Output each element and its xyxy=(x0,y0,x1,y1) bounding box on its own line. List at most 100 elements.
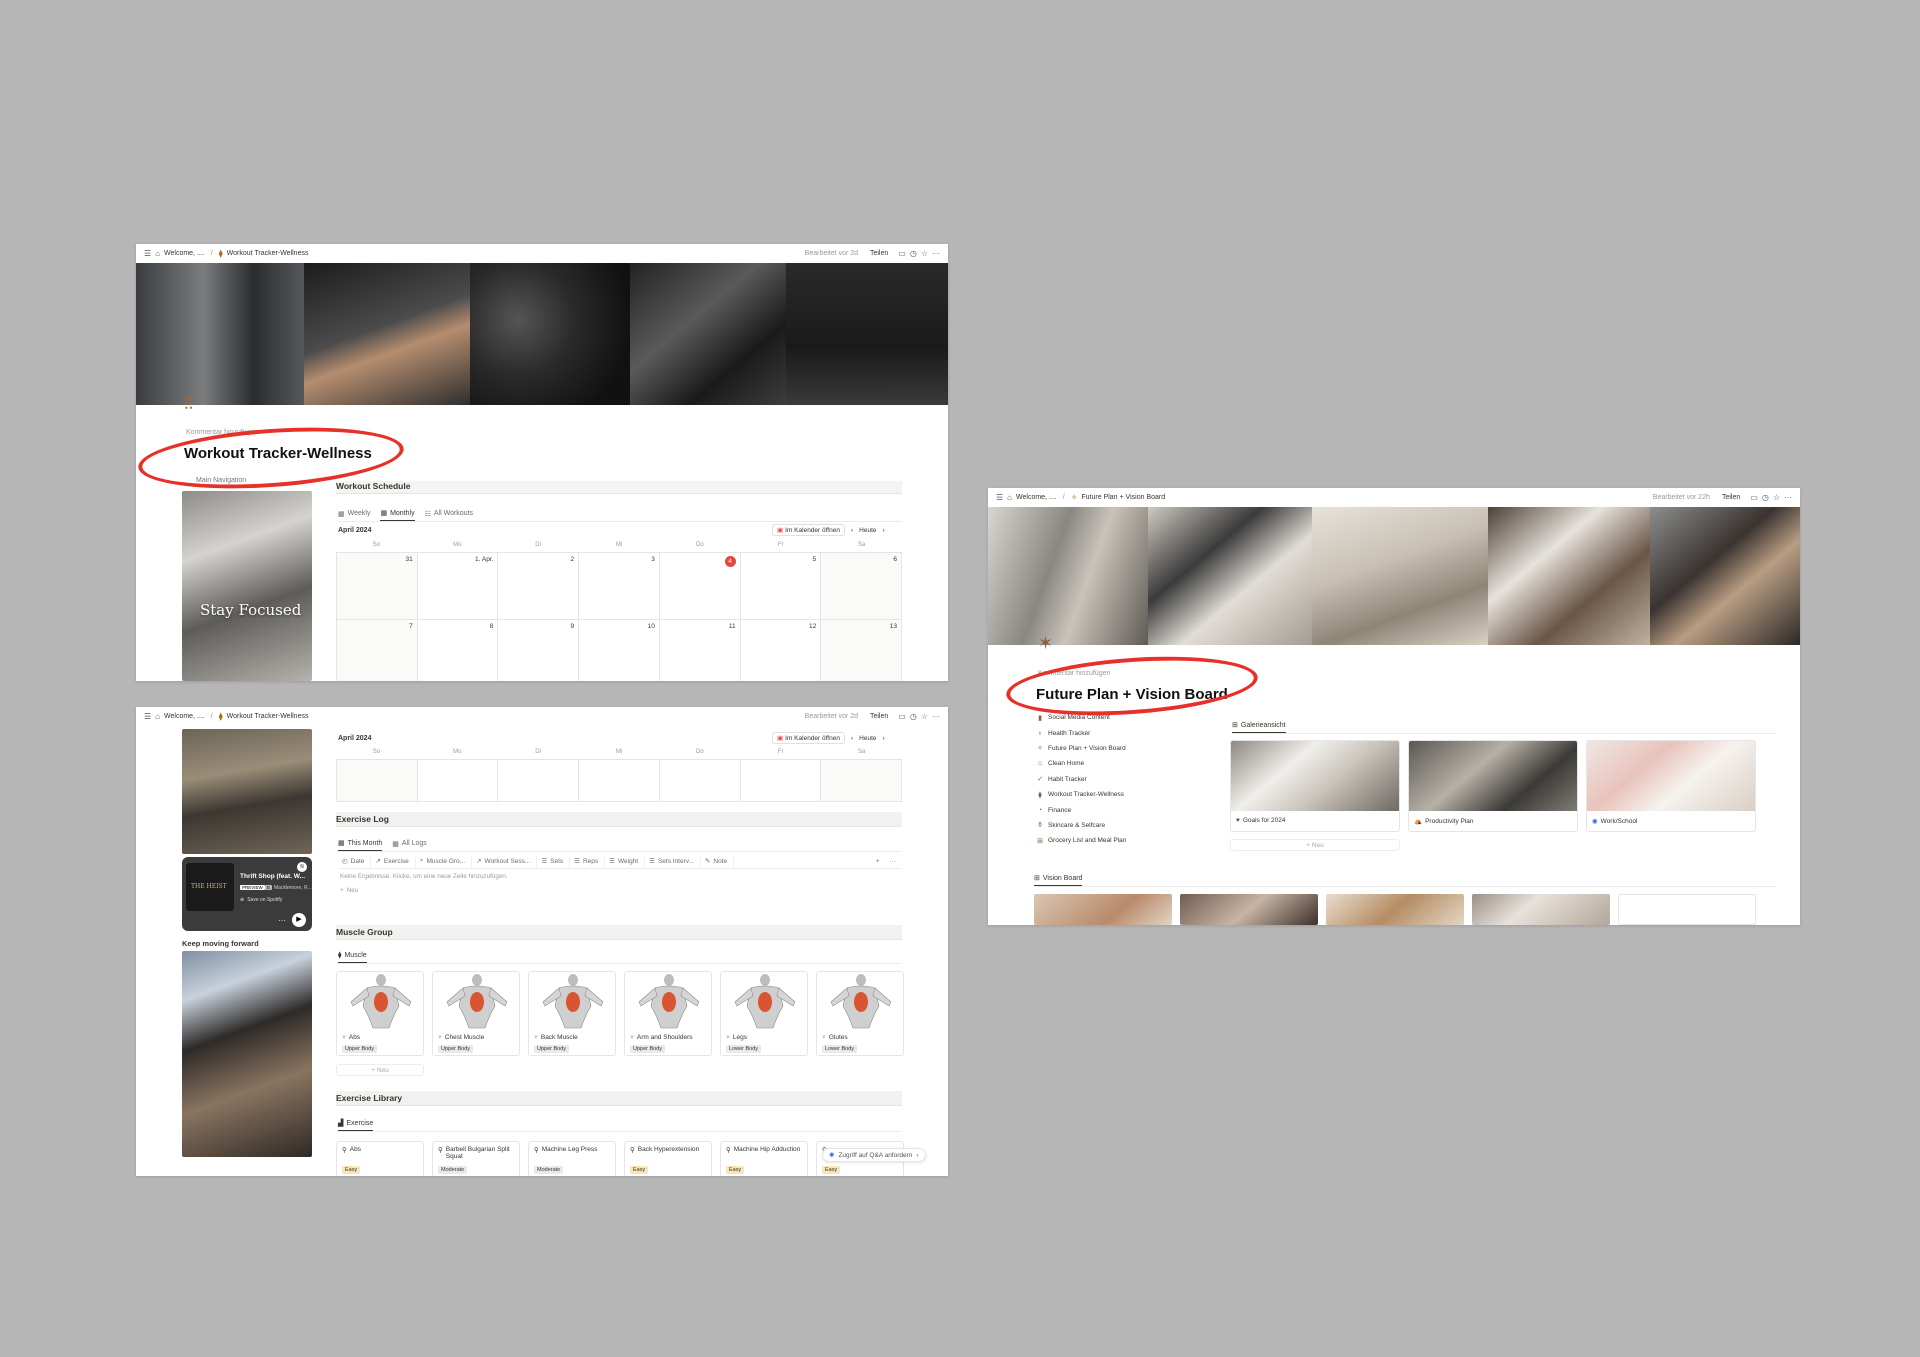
more-icon[interactable]: ··· xyxy=(886,855,903,868)
calendar-day[interactable] xyxy=(821,760,902,802)
vision-image[interactable] xyxy=(1326,894,1464,925)
prev-month-icon[interactable]: ‹ xyxy=(851,735,853,742)
tab-vision-board[interactable]: ⊞ Vision Board xyxy=(1034,872,1083,886)
calendar-day[interactable] xyxy=(417,760,499,802)
empty-table-text[interactable]: Keine Ergebnisse. Klicke, um eine neue Z… xyxy=(340,873,508,880)
exercise-card[interactable]: ⚲ Barbell Bulgarian Split Squat Moderate xyxy=(432,1141,520,1176)
column-date[interactable]: ◴ Date xyxy=(338,855,372,868)
spotify-save[interactable]: ⊕ Save on Spotify xyxy=(240,897,282,903)
muscle-card[interactable]: ♥ Abs Upper Body xyxy=(336,971,424,1056)
spotify-embed[interactable]: THE HEIST Thrift Shop (feat. W... PREVIE… xyxy=(182,857,312,931)
tab-this-month[interactable]: ▦ This Month xyxy=(338,837,383,851)
menu-icon[interactable]: ☰ xyxy=(144,712,151,721)
column-sets[interactable]: ☰ Sets xyxy=(537,855,571,868)
open-in-calendar-button[interactable]: ▣ Im Kalender öffnen xyxy=(772,524,845,536)
column-note[interactable]: ✎ Note xyxy=(701,855,735,868)
calendar-day[interactable]: 2 xyxy=(498,553,580,620)
calendar-day[interactable]: 3 xyxy=(579,553,660,620)
comment-icon[interactable]: ▭ xyxy=(898,249,906,258)
calendar-day[interactable]: 6 xyxy=(821,553,902,620)
column-muscle-group[interactable]: ⌕ Muscle Gro... xyxy=(416,855,473,868)
open-in-calendar-button[interactable]: ▣ Im Kalender öffnen xyxy=(772,732,845,744)
qa-access-button[interactable]: ✺ Zugriff auf Q&A anfordern › xyxy=(822,1148,926,1162)
calendar-day-today[interactable]: 4 xyxy=(659,553,741,620)
gallery-card-goals[interactable]: ♥ Goals for 2024 xyxy=(1230,740,1400,832)
clock-icon[interactable]: ◷ xyxy=(1762,493,1769,502)
gallery-card-work[interactable]: ◉ Work/School xyxy=(1586,740,1756,832)
muscle-card[interactable]: ♥ Arm and Shoulders Upper Body xyxy=(624,971,712,1056)
calendar-day[interactable]: 8 xyxy=(418,620,499,681)
exercise-card[interactable]: ⚲ Machine Hip Adduction Easy xyxy=(720,1141,808,1176)
calendar-day[interactable]: 5 xyxy=(740,553,822,620)
more-icon[interactable]: ··· xyxy=(1784,493,1792,502)
vision-image[interactable] xyxy=(1034,894,1172,925)
more-icon[interactable]: ··· xyxy=(932,712,940,721)
tab-all-workouts[interactable]: ☷ All Workouts xyxy=(425,507,473,521)
exercise-card[interactable]: ⚲ Abs Easy xyxy=(336,1141,424,1176)
new-card-button[interactable]: + Neu xyxy=(1230,839,1400,851)
next-month-icon[interactable]: › xyxy=(883,735,885,742)
breadcrumb-page[interactable]: Workout Tracker-Wellness xyxy=(227,713,309,720)
clock-icon[interactable]: ◷ xyxy=(910,249,917,258)
tab-gallery[interactable]: ⊞ Galerieansicht xyxy=(1232,719,1286,733)
clock-icon[interactable]: ◷ xyxy=(910,712,917,721)
nav-item-clean-home[interactable]: ⌂ Clean Home xyxy=(1036,756,1126,771)
track-title[interactable]: Thrift Shop (feat. W... xyxy=(240,873,305,880)
share-button[interactable]: Teilen xyxy=(870,250,888,257)
column-sets-interval[interactable]: ☰ Sets Interv... xyxy=(645,855,701,868)
muscle-card[interactable]: ♥ Glutes Lower Body xyxy=(816,971,904,1056)
vision-image[interactable] xyxy=(1180,894,1318,925)
column-reps[interactable]: ☰ Reps xyxy=(570,855,606,868)
breadcrumb-page[interactable]: Future Plan + Vision Board xyxy=(1081,494,1165,501)
tab-monthly[interactable]: ▦ Monthly xyxy=(380,507,415,521)
breadcrumb-root[interactable]: Welcome, .... xyxy=(164,713,205,720)
calendar-day[interactable] xyxy=(740,760,822,802)
exercise-card[interactable]: ⚲ Machine Leg Press Moderate xyxy=(528,1141,616,1176)
nav-item-skincare[interactable]: ⚱ Skincare & Selfcare xyxy=(1036,818,1126,833)
calendar-day[interactable]: 12 xyxy=(741,620,822,681)
calendar-day[interactable]: 10 xyxy=(579,620,660,681)
star-icon[interactable]: ☆ xyxy=(1773,493,1780,502)
nav-item-workout[interactable]: ⧫ Workout Tracker-Wellness xyxy=(1036,787,1126,802)
share-button[interactable]: Teilen xyxy=(1722,494,1740,501)
nav-item-social-media[interactable]: ▮ Social Media Content xyxy=(1036,710,1126,725)
nav-item-habit[interactable]: ✓ Habit Tracker xyxy=(1036,772,1126,787)
comment-icon[interactable]: ▭ xyxy=(1750,493,1758,502)
calendar-day[interactable]: 13 xyxy=(821,620,902,681)
calendar-day[interactable]: 1. Apr. xyxy=(417,553,499,620)
calendar-day[interactable]: 11 xyxy=(660,620,741,681)
muscle-card[interactable]: ♥ Back Muscle Upper Body xyxy=(528,971,616,1056)
calendar-day[interactable] xyxy=(498,760,580,802)
nav-item-health[interactable]: ♁ Health Tracker xyxy=(1036,725,1126,740)
column-workout-session[interactable]: ↗ Workout Sess... xyxy=(472,855,538,868)
today-button[interactable]: Heute xyxy=(859,527,876,534)
prev-month-icon[interactable]: ‹ xyxy=(851,527,853,534)
column-weight[interactable]: ☰ Weight xyxy=(605,855,646,868)
tab-exercise[interactable]: ▟ Exercise xyxy=(338,1117,374,1131)
add-column-icon[interactable]: + xyxy=(872,855,886,868)
new-row-button[interactable]: + Neu xyxy=(340,887,358,894)
breadcrumb-root[interactable]: Welcome, .... xyxy=(164,250,205,257)
next-month-icon[interactable]: › xyxy=(883,527,885,534)
play-icon[interactable]: ▶ xyxy=(292,913,306,927)
tab-weekly[interactable]: ▦ Weekly xyxy=(338,507,370,521)
tab-all-logs[interactable]: ▦ All Logs xyxy=(392,837,427,851)
column-exercise[interactable]: ↗ Exercise xyxy=(371,855,416,868)
calendar-day[interactable]: 9 xyxy=(498,620,580,681)
exercise-card[interactable]: ⚲ Back Hyperextension Easy xyxy=(624,1141,712,1176)
star-icon[interactable]: ☆ xyxy=(921,712,928,721)
menu-icon[interactable]: ☰ xyxy=(144,249,151,258)
artist-name[interactable]: Macklemore, R... xyxy=(274,885,312,891)
tab-muscle[interactable]: ⧫ Muscle xyxy=(338,949,367,963)
muscle-card[interactable]: ♥ Legs Lower Body xyxy=(720,971,808,1056)
vision-image[interactable] xyxy=(1618,894,1756,925)
star-icon[interactable]: ☆ xyxy=(921,249,928,258)
calendar-day[interactable] xyxy=(337,760,418,802)
menu-icon[interactable]: ☰ xyxy=(996,493,1003,502)
nav-item-future-plan[interactable]: ✧ Future Plan + Vision Board xyxy=(1036,741,1126,756)
more-icon[interactable]: ··· xyxy=(278,916,286,925)
more-icon[interactable]: ··· xyxy=(932,249,940,258)
calendar-day[interactable] xyxy=(579,760,660,802)
gallery-card-productivity[interactable]: ⛺ Productivity Plan xyxy=(1408,740,1578,832)
calendar-day[interactable]: 7 xyxy=(337,620,418,681)
